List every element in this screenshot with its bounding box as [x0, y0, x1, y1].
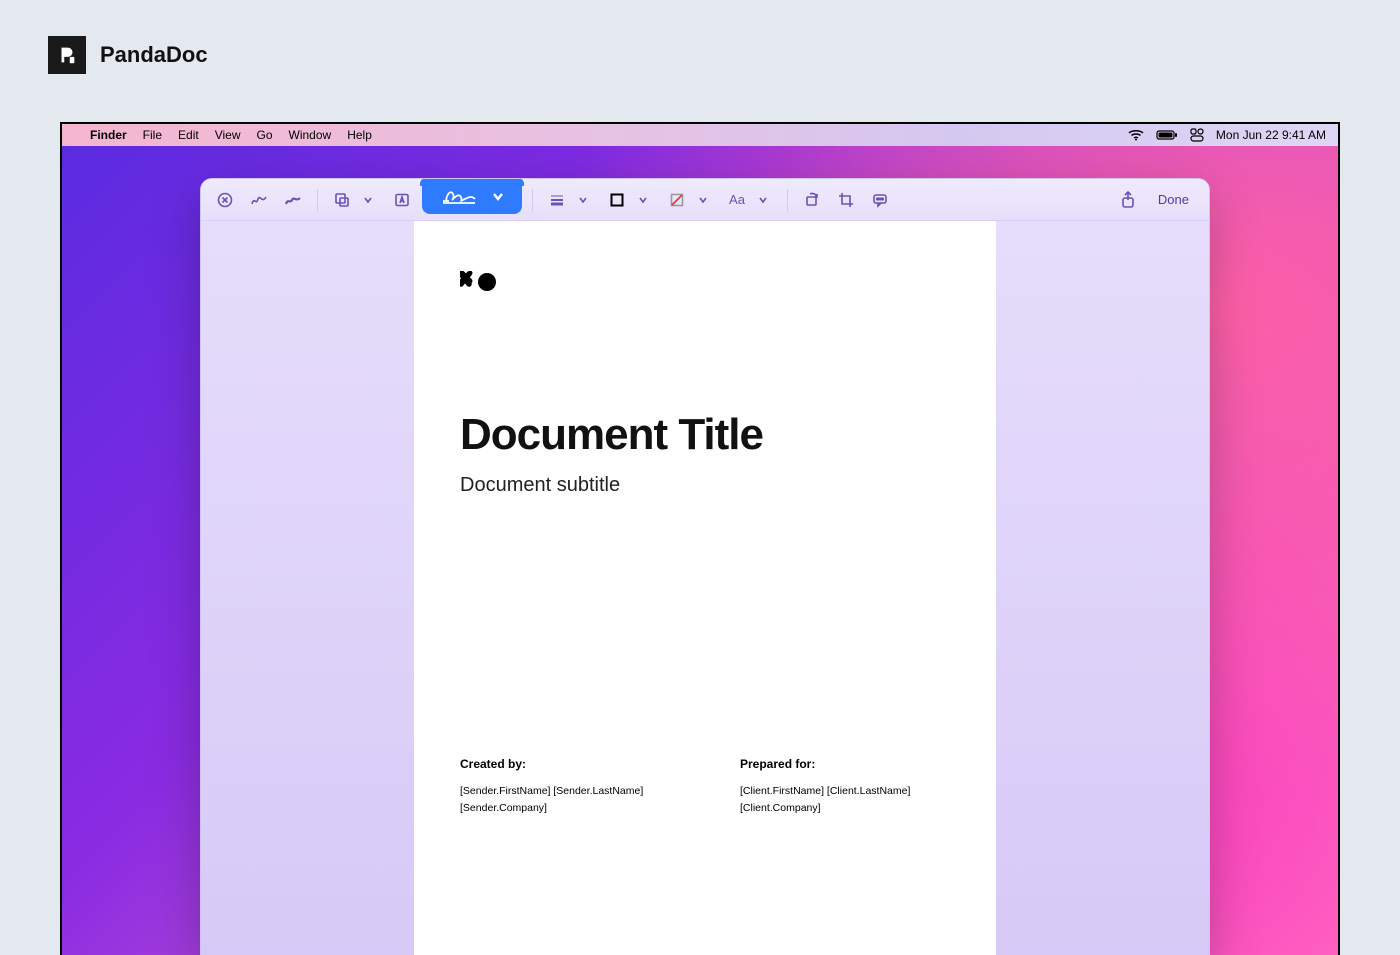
brand-header: PandaDoc — [48, 36, 208, 74]
draw-tool-icon[interactable] — [279, 186, 307, 214]
control-center-icon[interactable] — [1190, 128, 1204, 142]
brand-name: PandaDoc — [100, 42, 208, 68]
text-style-button[interactable]: Aa — [723, 186, 751, 214]
menubar-item-file[interactable]: File — [143, 128, 162, 142]
wifi-icon[interactable] — [1128, 129, 1144, 141]
pandadoc-logo-icon — [48, 36, 86, 74]
created-by-block: Created by: [Sender.FirstName] [Sender.L… — [460, 757, 680, 817]
menubar-datetime[interactable]: Mon Jun 22 9:41 AM — [1216, 128, 1326, 142]
crop-tool-icon[interactable] — [832, 186, 860, 214]
document-logo — [460, 271, 950, 300]
prepared-for-name: [Client.FirstName] [Client.LastName] — [740, 783, 960, 800]
line-style-icon[interactable] — [543, 186, 571, 214]
toolbar-separator — [787, 189, 788, 211]
done-button[interactable]: Done — [1148, 188, 1199, 211]
desktop-wallpaper: Aa — [62, 146, 1338, 955]
annotate-tool-icon[interactable] — [866, 186, 894, 214]
battery-icon[interactable] — [1156, 129, 1178, 141]
text-tool-icon[interactable] — [388, 186, 416, 214]
sign-tool-active[interactable] — [422, 178, 522, 214]
prepared-for-company: [Client.Company] — [740, 800, 960, 817]
preview-window: Aa — [200, 178, 1210, 955]
screenshot-frame: Finder File Edit View Go Window Help Mon… — [60, 122, 1340, 955]
document-title: Document Title — [460, 410, 950, 460]
border-color-icon[interactable] — [603, 186, 631, 214]
toolbar-separator — [317, 189, 318, 211]
document-page: Document Title Document subtitle Created… — [414, 221, 996, 955]
created-by-name: [Sender.FirstName] [Sender.LastName] — [460, 783, 680, 800]
shapes-tool-icon[interactable] — [328, 186, 356, 214]
menubar-item-window[interactable]: Window — [289, 128, 332, 142]
share-icon[interactable] — [1114, 186, 1142, 214]
document-subtitle: Document subtitle — [460, 474, 950, 497]
menubar-item-view[interactable]: View — [215, 128, 241, 142]
created-by-company: [Sender.Company] — [460, 800, 680, 817]
markup-toolbar: Aa — [201, 179, 1209, 221]
document-canvas[interactable]: Document Title Document subtitle Created… — [201, 221, 1209, 955]
mac-menubar: Finder File Edit View Go Window Help Mon… — [62, 124, 1338, 146]
sketch-tool-icon[interactable] — [245, 186, 273, 214]
created-by-heading: Created by: — [460, 757, 680, 771]
line-style-chevron-down-icon[interactable] — [569, 186, 597, 214]
shapes-chevron-down-icon[interactable] — [354, 186, 382, 214]
fill-color-chevron-down-icon[interactable] — [689, 186, 717, 214]
menubar-item-go[interactable]: Go — [257, 128, 273, 142]
rotate-tool-icon[interactable] — [798, 186, 826, 214]
menubar-item-help[interactable]: Help — [347, 128, 372, 142]
menubar-app-name[interactable]: Finder — [90, 128, 127, 142]
document-footer-columns: Created by: [Sender.FirstName] [Sender.L… — [460, 757, 950, 817]
menubar-item-edit[interactable]: Edit — [178, 128, 199, 142]
prepared-for-block: Prepared for: [Client.FirstName] [Client… — [740, 757, 960, 817]
close-tool-icon[interactable] — [211, 186, 239, 214]
toolbar-separator — [532, 189, 533, 211]
text-style-chevron-down-icon[interactable] — [749, 186, 777, 214]
prepared-for-heading: Prepared for: — [740, 757, 960, 771]
border-color-chevron-down-icon[interactable] — [629, 186, 657, 214]
fill-color-icon[interactable] — [663, 186, 691, 214]
